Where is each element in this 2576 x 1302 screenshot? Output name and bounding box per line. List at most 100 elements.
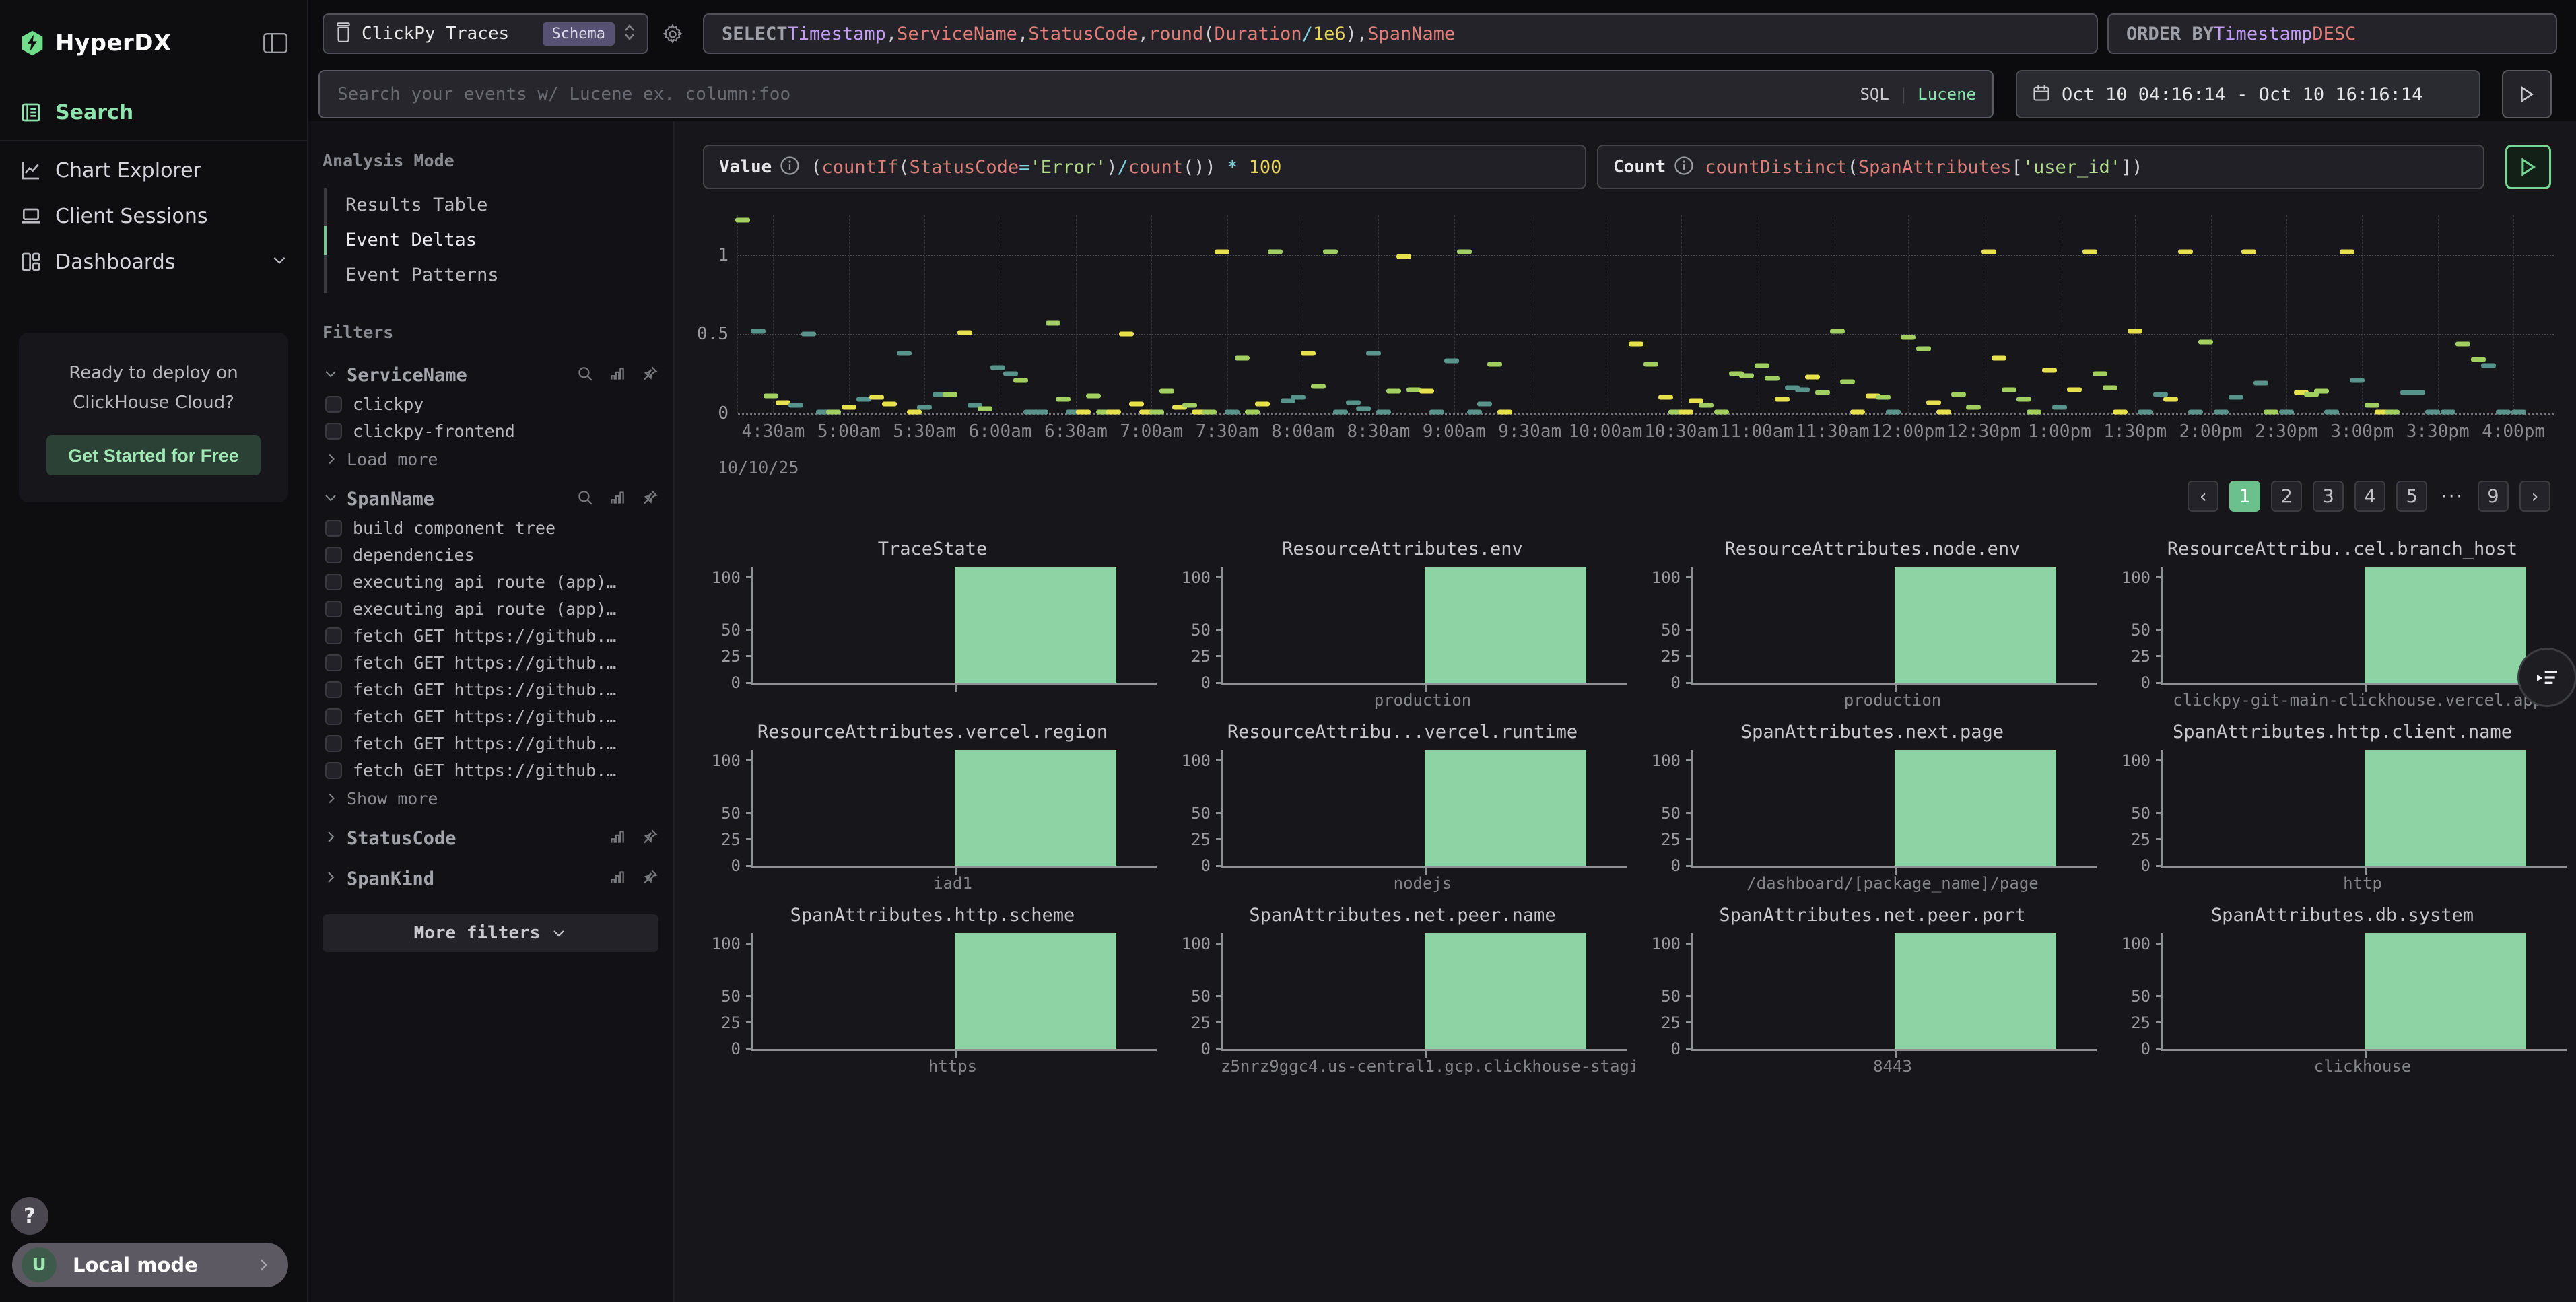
analysis-mode-event-deltas[interactable]: Event Deltas [327, 223, 658, 258]
attribute-chart-spanattributes-next-page[interactable]: SpanAttributes.next.page02550100/dashboa… [1640, 720, 2105, 899]
code-token: ) [2132, 157, 2142, 178]
bar-chart-icon[interactable] [609, 868, 626, 889]
help-button[interactable]: ? [11, 1197, 48, 1235]
pagination-page-2[interactable]: 2 [2271, 481, 2302, 512]
sql-select-input[interactable]: SELECT Timestamp, ServiceName, StatusCod… [703, 13, 2098, 54]
attribute-chart-resourceattribu-vercel-runtime[interactable]: ResourceAttribu...vercel.runtime02550100… [1170, 720, 1635, 899]
attribute-chart-spanattributes-http-scheme[interactable]: SpanAttributes.http.scheme02550100https [700, 903, 1165, 1083]
mini-y-tick-dash [1216, 655, 1223, 657]
filter-show-more[interactable]: Show more [323, 784, 658, 813]
pin-icon[interactable] [641, 489, 658, 509]
mini-chart-plot: 02550100 [2161, 567, 2567, 685]
filter-checkbox-row[interactable]: fetch GET https://github.… [323, 676, 658, 703]
value-expression-input[interactable]: Value (countIf(StatusCode='Error')/count… [703, 145, 1586, 189]
date-range-picker[interactable]: Oct 10 04:16:14 - Oct 10 16:16:14 [2016, 70, 2480, 118]
code-token: StatusCode [1028, 24, 1138, 44]
toggle-divider: | [1899, 85, 1908, 104]
pagination-page-1[interactable]: 1 [2229, 481, 2260, 512]
filter-checkbox-row[interactable]: fetch GET https://github.… [323, 730, 658, 757]
checkbox[interactable] [325, 654, 342, 671]
pin-icon[interactable] [641, 828, 658, 848]
sidebar-item-chart-explorer[interactable]: Chart Explorer [0, 153, 307, 187]
search-icon[interactable] [576, 365, 594, 385]
bar-chart-icon[interactable] [609, 828, 626, 848]
checkbox[interactable] [325, 423, 342, 440]
get-started-button[interactable]: Get Started for Free [46, 435, 261, 475]
attribute-chart-resourceattributes-vercel-region[interactable]: ResourceAttributes.vercel.region02550100… [700, 720, 1165, 899]
attribute-chart-resourceattributes-env[interactable]: ResourceAttributes.env02550100production [1170, 537, 1635, 716]
checkbox[interactable] [325, 574, 342, 590]
laptop-icon [20, 205, 42, 227]
checkbox[interactable] [325, 627, 342, 644]
sidebar-item-search[interactable]: Search [0, 96, 307, 129]
chart-settings-fab[interactable] [2517, 648, 2576, 707]
filter-load-more[interactable]: Load more [323, 444, 658, 474]
pagination-page-9[interactable]: 9 [2478, 481, 2509, 512]
checkbox[interactable] [325, 708, 342, 725]
filter-group-name: SpanKind [347, 868, 434, 889]
analysis-mode-event-patterns[interactable]: Event Patterns [327, 258, 658, 293]
pin-icon[interactable] [641, 868, 658, 889]
filter-checkbox-row[interactable]: fetch GET https://github.… [323, 703, 658, 730]
pagination-page-5[interactable]: 5 [2396, 481, 2427, 512]
bar-chart-icon[interactable] [609, 489, 626, 509]
search-input[interactable] [336, 83, 1860, 105]
filter-checkbox-row[interactable]: clickpy-frontend [323, 417, 658, 444]
pagination-next[interactable]: › [2519, 481, 2550, 512]
attribute-chart-tracestate[interactable]: TraceState02550100 [700, 537, 1165, 716]
filter-group-header-spankind[interactable]: SpanKind [323, 863, 658, 894]
pagination-page-4[interactable]: 4 [2354, 481, 2385, 512]
checkbox[interactable] [325, 762, 342, 779]
attribute-chart-spanattributes-http-client-name[interactable]: SpanAttributes.http.client.name02550100h… [2110, 720, 2575, 899]
filter-group-header-servicename[interactable]: ServiceName [323, 359, 658, 390]
pagination-prev[interactable]: ‹ [2188, 481, 2218, 512]
local-mode-menu[interactable]: U Local mode [12, 1243, 288, 1287]
bar [1425, 567, 1586, 683]
pin-icon[interactable] [641, 365, 658, 385]
filter-checkbox-row[interactable]: clickpy [323, 390, 658, 417]
count-expression-input[interactable]: Count countDistinct(SpanAttributes['user… [1597, 145, 2484, 189]
filter-checkbox-row[interactable]: fetch GET https://github.… [323, 649, 658, 676]
lucene-toggle[interactable]: Lucene [1918, 85, 1976, 104]
pagination-page-3[interactable]: 3 [2313, 481, 2344, 512]
more-filters-button[interactable]: More filters [323, 914, 658, 952]
pagination: ‹12345···9› [2188, 481, 2550, 512]
sidebar-collapse-icon[interactable] [263, 32, 288, 54]
filter-checkbox-row[interactable]: build component tree [323, 514, 658, 541]
checkbox[interactable] [325, 735, 342, 752]
data-point [1487, 362, 1502, 367]
sidebar-item-dashboards[interactable]: Dashboards [0, 245, 307, 279]
attribute-chart-resourceattributes-node-env[interactable]: ResourceAttributes.node.env02550100produ… [1640, 537, 2105, 716]
attribute-chart-resourceattribu-cel-branch-host[interactable]: ResourceAttribu..cel.branch_host02550100… [2110, 537, 2575, 716]
data-point [882, 401, 897, 406]
filter-checkbox-row[interactable]: fetch GET https://github.… [323, 757, 658, 784]
checkbox[interactable] [325, 547, 342, 563]
filter-checkbox-row[interactable]: dependencies [323, 541, 658, 568]
checkbox[interactable] [325, 601, 342, 617]
chart-run-button[interactable] [2505, 145, 2551, 189]
mini-y-tick-label: 100 [1652, 934, 1681, 953]
sql-toggle[interactable]: SQL [1860, 85, 1889, 104]
bar-chart-icon[interactable] [609, 365, 626, 385]
search-run-button[interactable] [2502, 70, 2552, 118]
checkbox[interactable] [325, 396, 342, 413]
checkbox[interactable] [325, 520, 342, 537]
attribute-chart-spanattributes-net-peer-name[interactable]: SpanAttributes.net.peer.name02550100z5nr… [1170, 903, 1635, 1083]
filter-checkbox-row[interactable]: fetch GET https://github.… [323, 622, 658, 649]
filter-checkbox-row[interactable]: executing api route (app)… [323, 568, 658, 595]
attribute-chart-spanattributes-db-system[interactable]: SpanAttributes.db.system02550100clickhou… [2110, 903, 2575, 1083]
checkbox[interactable] [325, 681, 342, 698]
search-icon[interactable] [576, 489, 594, 509]
x-axis-label: 6:30am [1044, 421, 1108, 442]
sidebar-item-client-sessions[interactable]: Client Sessions [0, 199, 307, 233]
source-settings-gear-icon[interactable] [661, 23, 684, 46]
attribute-chart-spanattributes-net-peer-port[interactable]: SpanAttributes.net.peer.port025501008443 [1640, 903, 2105, 1083]
mini-y-tick: 25 [2131, 647, 2163, 666]
filter-group-header-statuscode[interactable]: StatusCode [323, 823, 658, 854]
filter-group-header-spanname[interactable]: SpanName [323, 483, 658, 514]
filter-checkbox-row[interactable]: executing api route (app)… [323, 595, 658, 622]
event-deltas-chart[interactable]: 00.514:30am5:00am5:30am6:00am6:30am7:00a… [737, 215, 2554, 413]
source-select[interactable]: ClickPy Traces Schema [323, 13, 648, 54]
analysis-mode-results-table[interactable]: Results Table [327, 188, 658, 223]
sql-orderby-input[interactable]: ORDER BY Timestamp DESC [2107, 13, 2557, 54]
